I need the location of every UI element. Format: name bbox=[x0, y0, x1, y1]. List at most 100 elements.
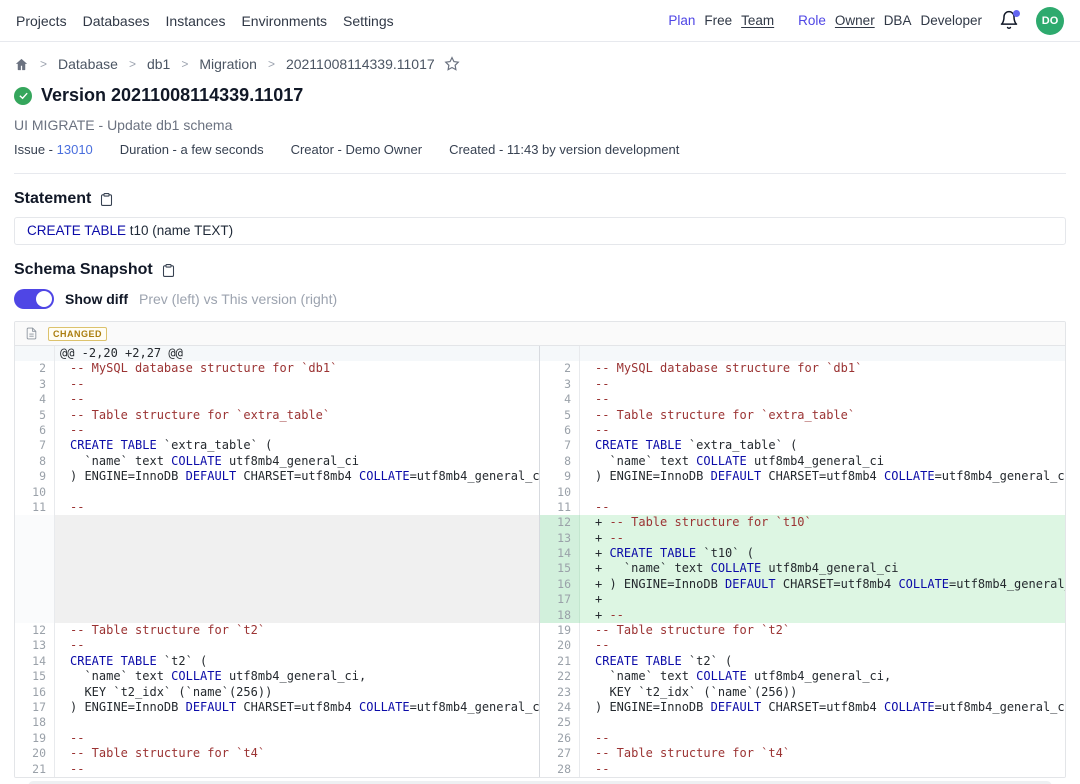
nav-item-environments[interactable]: Environments bbox=[241, 13, 327, 29]
meta-created: Created - 11:43 by version development bbox=[449, 142, 679, 157]
diff-table[interactable]: @@ -2,20 +2,27 @@2-- MySQL database stru… bbox=[15, 346, 1065, 777]
diff-line-number: 6 bbox=[15, 423, 55, 438]
diff-code-line: ) ENGINE=InnoDB DEFAULT CHARSET=utf8mb4 … bbox=[580, 469, 1065, 484]
meta-issue: Issue - 13010 bbox=[14, 142, 93, 157]
diff-code-line bbox=[580, 485, 1065, 500]
diff-code-line: ) ENGINE=InnoDB DEFAULT CHARSET=utf8mb4 … bbox=[580, 700, 1065, 715]
schema-snapshot-heading: Schema Snapshot bbox=[14, 261, 1066, 279]
diff-line-number bbox=[15, 515, 55, 530]
breadcrumb: > Database > db1 > Migration > 202110081… bbox=[14, 56, 1066, 72]
breadcrumb-separator: > bbox=[268, 57, 275, 71]
diff-line-number: 5 bbox=[15, 408, 55, 423]
diff-code-line: -- bbox=[55, 392, 540, 407]
diff-code-line: CREATE TABLE `t2` ( bbox=[580, 654, 1065, 669]
nav-item-databases[interactable]: Databases bbox=[83, 13, 150, 29]
diff-line-number bbox=[15, 531, 55, 546]
diff-line-number: 4 bbox=[15, 392, 55, 407]
copy-statement-icon[interactable] bbox=[99, 192, 114, 207]
diff-code-line bbox=[55, 515, 540, 530]
diff-code-line: KEY `t2_idx` (`name`(256)) bbox=[580, 685, 1065, 700]
bookmark-star-icon[interactable] bbox=[446, 56, 460, 72]
diff-code-line: + ) ENGINE=InnoDB DEFAULT CHARSET=utf8mb… bbox=[580, 577, 1065, 592]
diff-code-line: CREATE TABLE `extra_table` ( bbox=[580, 438, 1065, 453]
diff-code-line: + `name` text COLLATE utf8mb4_general_ci bbox=[580, 561, 1065, 576]
diff-line-number: 20 bbox=[15, 746, 55, 761]
success-check-icon bbox=[14, 87, 32, 105]
diff-code-line: -- bbox=[580, 762, 1065, 777]
diff-code-line: `name` text COLLATE utf8mb4_general_ci bbox=[55, 454, 540, 469]
diff-line-number: 21 bbox=[15, 762, 55, 777]
diff-code-line: -- Table structure for `t2` bbox=[580, 623, 1065, 638]
diff-code-line bbox=[55, 715, 540, 730]
diff-code-line: -- bbox=[580, 731, 1065, 746]
diff-line-number: 25 bbox=[540, 715, 580, 730]
diff-code-line: -- bbox=[580, 423, 1065, 438]
diff-line-number: 8 bbox=[540, 454, 580, 469]
diff-code-line: -- bbox=[55, 423, 540, 438]
diff-line-number: 28 bbox=[540, 762, 580, 777]
diff-line-number: 24 bbox=[540, 700, 580, 715]
diff-line-number: 3 bbox=[540, 377, 580, 392]
diff-code-line: -- bbox=[55, 377, 540, 392]
breadcrumb-migration[interactable]: Migration bbox=[199, 56, 257, 72]
role-owner-link[interactable]: Owner bbox=[835, 13, 875, 28]
diff-code-line: + bbox=[580, 592, 1065, 607]
copy-schema-icon[interactable] bbox=[161, 263, 176, 278]
statement-heading-text: Statement bbox=[14, 190, 91, 208]
diff-line-number: 14 bbox=[540, 546, 580, 561]
issue-link[interactable]: 13010 bbox=[57, 142, 93, 157]
diff-line-number: 18 bbox=[15, 715, 55, 730]
diff-code-line: `name` text COLLATE utf8mb4_general_ci bbox=[580, 454, 1065, 469]
file-icon bbox=[25, 327, 38, 340]
diff-code-line: -- bbox=[55, 762, 540, 777]
diff-code-line bbox=[55, 485, 540, 500]
diff-code-line bbox=[55, 577, 540, 592]
show-diff-label: Show diff bbox=[65, 291, 128, 307]
main-nav-tabs: Projects Databases Instances Environment… bbox=[16, 13, 394, 29]
diff-code-line: -- bbox=[55, 731, 540, 746]
plan-team-link[interactable]: Team bbox=[741, 13, 774, 28]
diff-line-number: 23 bbox=[540, 685, 580, 700]
breadcrumb-separator: > bbox=[40, 57, 47, 71]
diff-code-line bbox=[55, 608, 540, 623]
diff-line-number: 7 bbox=[15, 438, 55, 453]
role-label: Role bbox=[798, 13, 826, 28]
diff-code-line: ) ENGINE=InnoDB DEFAULT CHARSET=utf8mb4 … bbox=[55, 700, 540, 715]
role-dba[interactable]: DBA bbox=[884, 13, 912, 28]
nav-item-projects[interactable]: Projects bbox=[16, 13, 67, 29]
diff-line-number: 18 bbox=[540, 608, 580, 623]
home-icon[interactable] bbox=[14, 57, 29, 72]
show-diff-toggle[interactable] bbox=[14, 289, 54, 309]
diff-line-number: 2 bbox=[540, 361, 580, 376]
diff-code-line: -- Table structure for `t4` bbox=[580, 746, 1065, 761]
show-diff-row: Show diff Prev (left) vs This version (r… bbox=[14, 289, 1066, 309]
diff-code-line: CREATE TABLE `t2` ( bbox=[55, 654, 540, 669]
schema-diff-panel: CHANGED @@ -2,20 +2,27 @@2-- MySQL datab… bbox=[14, 321, 1066, 778]
migration-subtitle: UI MIGRATE - Update db1 schema bbox=[14, 117, 1066, 133]
changed-badge: CHANGED bbox=[48, 327, 107, 341]
diff-code-line: -- bbox=[55, 638, 540, 653]
nav-item-settings[interactable]: Settings bbox=[343, 13, 394, 29]
diff-code-line: -- Table structure for `extra_table` bbox=[55, 408, 540, 423]
nav-item-instances[interactable]: Instances bbox=[166, 13, 226, 29]
diff-code-line bbox=[580, 715, 1065, 730]
breadcrumb-separator: > bbox=[129, 57, 136, 71]
diff-file-header: CHANGED bbox=[15, 322, 1065, 346]
breadcrumb-version[interactable]: 20211008114339.11017 bbox=[286, 56, 435, 72]
diff-line-number: 16 bbox=[540, 577, 580, 592]
diff-line-number: 6 bbox=[540, 423, 580, 438]
diff-line-number: 20 bbox=[540, 638, 580, 653]
section-divider bbox=[14, 173, 1066, 174]
diff-code-line: + -- bbox=[580, 608, 1065, 623]
diff-code-line: -- Table structure for `t4` bbox=[55, 746, 540, 761]
breadcrumb-database[interactable]: Database bbox=[58, 56, 118, 72]
diff-code-line bbox=[55, 546, 540, 561]
role-developer[interactable]: Developer bbox=[920, 13, 982, 28]
avatar[interactable]: DO bbox=[1036, 7, 1064, 35]
breadcrumb-db1[interactable]: db1 bbox=[147, 56, 170, 72]
diff-code-line: -- MySQL database structure for `db1` bbox=[55, 361, 540, 376]
diff-code-line: @@ -2,20 +2,27 @@ bbox=[55, 346, 540, 361]
notification-bell-icon[interactable] bbox=[999, 10, 1021, 32]
diff-line-number: 21 bbox=[540, 654, 580, 669]
diff-line-number: 22 bbox=[540, 669, 580, 684]
